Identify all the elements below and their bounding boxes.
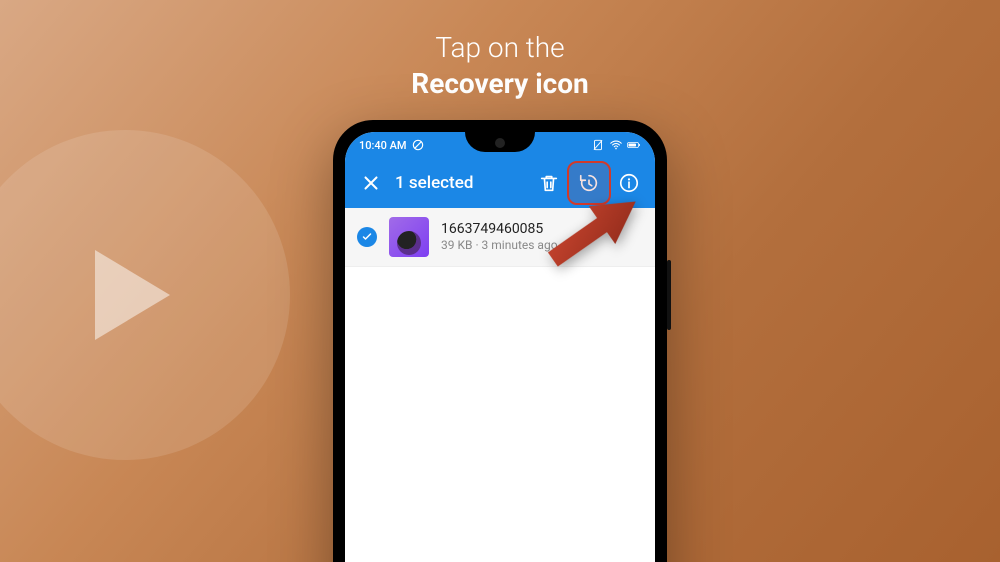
list-item[interactable]: 1663749460085 39 KB · 3 minutes ago [345,208,655,267]
close-icon [360,172,382,194]
close-selection-button[interactable] [351,163,391,203]
recovery-icon [578,172,600,194]
do-not-disturb-icon [411,138,425,152]
file-meta: 39 KB · 3 minutes ago [441,238,558,253]
check-icon [361,231,373,243]
instruction-text: Tap on the Recovery icon [0,30,1000,103]
file-name: 1663749460085 [441,221,558,239]
wifi-icon [609,138,623,152]
instruction-line2: Recovery icon [411,67,588,100]
tutorial-slide: Tap on the Recovery icon 10:40 AM [0,0,1000,562]
info-button[interactable] [609,163,649,203]
selection-checkbox[interactable] [357,227,377,247]
file-thumbnail [389,217,429,257]
phone-notch [465,132,535,152]
delete-button[interactable] [529,163,569,203]
info-icon [618,172,640,194]
trash-icon [538,172,560,194]
selection-app-bar: 1 selected [345,158,655,208]
recovery-button[interactable] [569,163,609,203]
phone-screen: 10:40 AM 1 selected [345,132,655,562]
no-sim-icon [591,138,605,152]
phone-frame: 10:40 AM 1 selected [333,120,667,562]
battery-icon [627,138,641,152]
instruction-line1: Tap on the [435,31,564,64]
file-text: 1663749460085 39 KB · 3 minutes ago [441,221,558,254]
play-watermark [0,130,290,460]
play-icon [50,220,200,370]
status-time: 10:40 AM [359,139,407,152]
selection-count: 1 selected [391,173,529,193]
phone-power-button [667,260,671,330]
file-list: 1663749460085 39 KB · 3 minutes ago [345,208,655,267]
